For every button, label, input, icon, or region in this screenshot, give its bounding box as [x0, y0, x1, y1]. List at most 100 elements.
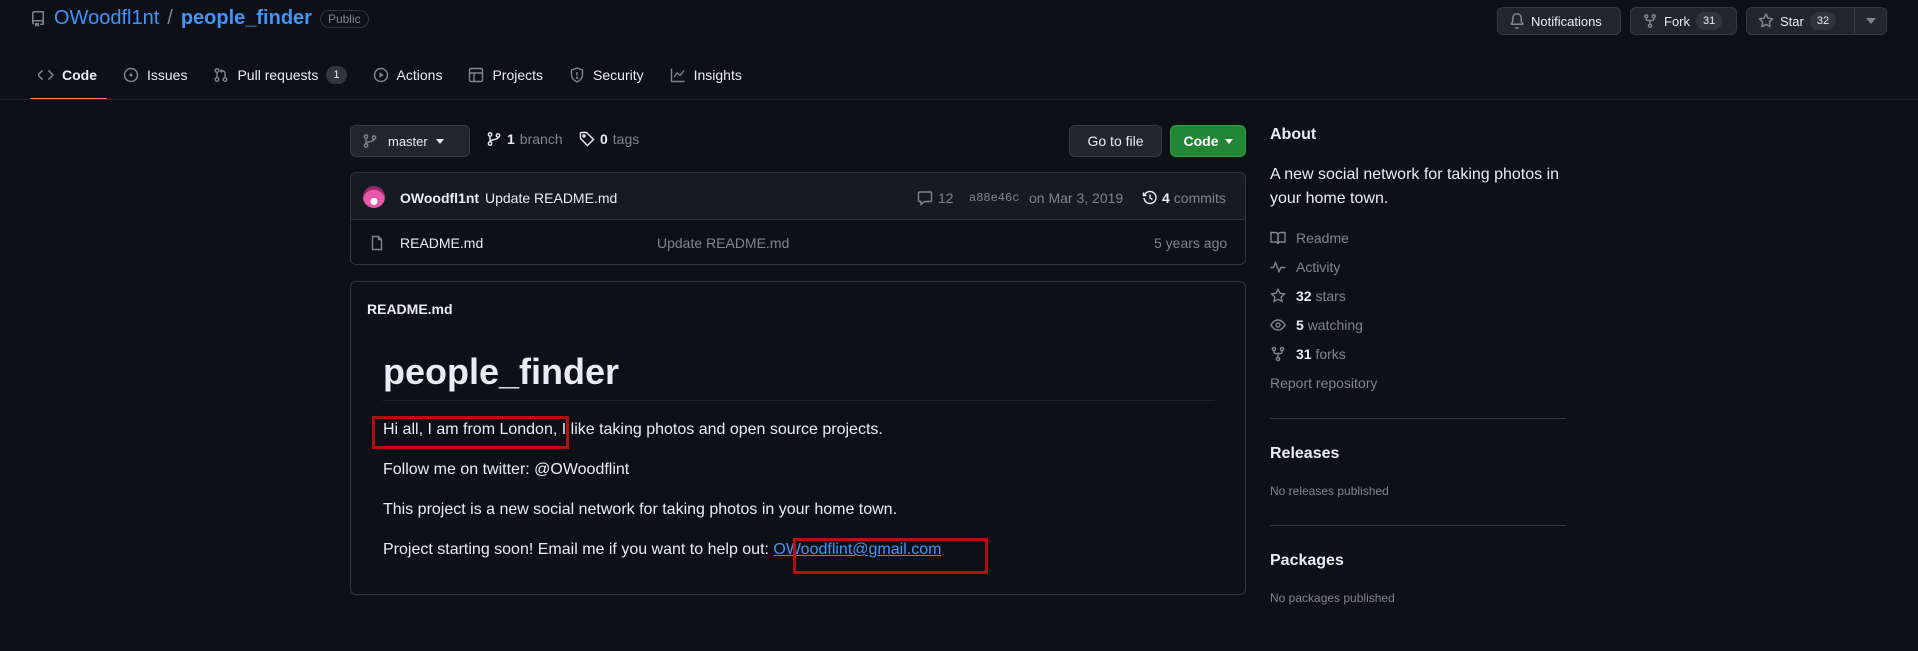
tab-security[interactable]: Security: [561, 58, 654, 92]
repo-title: OWoodfl1nt / people_finder Public: [30, 7, 369, 30]
highlight-box-location: [372, 416, 569, 449]
issue-icon: [123, 67, 139, 83]
tab-projects-label: Projects: [492, 67, 544, 83]
releases-heading[interactable]: Releases: [1270, 445, 1339, 463]
fork-button[interactable]: Fork 31: [1630, 7, 1737, 35]
report-repository-link[interactable]: Report repository: [1270, 375, 1377, 391]
tab-issues[interactable]: Issues: [115, 58, 197, 92]
tags-link[interactable]: 0 tags: [579, 131, 639, 147]
repo-nav: Code Issues Pull requests 1 Actions Proj…: [30, 58, 760, 100]
readme-link[interactable]: Readme: [1270, 230, 1349, 246]
packages-empty-text: No packages published: [1270, 591, 1395, 605]
repo-name-link[interactable]: people_finder: [181, 7, 312, 30]
star-icon: [1758, 13, 1774, 29]
forks-count: 31: [1296, 346, 1312, 362]
file-list-box: OWoodfl1nt Update README.md 12 a88e46c o…: [350, 172, 1246, 265]
readme-filename[interactable]: README.md: [367, 301, 453, 317]
notifications-button[interactable]: Notifications: [1497, 7, 1621, 35]
packages-heading[interactable]: Packages: [1270, 552, 1344, 570]
about-description: A new social network for taking photos i…: [1270, 166, 1560, 207]
stars-link[interactable]: 32 stars: [1270, 288, 1346, 304]
tab-insights-label: Insights: [693, 67, 742, 83]
file-commit-message[interactable]: Update README.md: [657, 235, 789, 251]
tab-code[interactable]: Code: [30, 58, 107, 100]
fork-label: Fork: [1664, 13, 1690, 29]
star-button[interactable]: Star 32: [1746, 7, 1867, 35]
graph-icon: [670, 67, 686, 83]
branch-label: branch: [519, 131, 563, 147]
tab-insights[interactable]: Insights: [662, 58, 752, 92]
commit-date: on Mar 3, 2019: [1029, 190, 1124, 206]
commits-count: 4: [1162, 190, 1170, 206]
commit-author[interactable]: OWoodfl1nt: [400, 190, 479, 206]
tab-pull-requests-label: Pull requests: [237, 67, 319, 83]
eye-icon: [1270, 317, 1286, 333]
play-icon: [373, 67, 389, 83]
code-icon: [38, 67, 54, 83]
activity-link-label: Activity: [1296, 259, 1341, 275]
readme-heading: people_finder: [383, 351, 620, 392]
pull-request-icon: [213, 67, 229, 83]
comment-icon: [917, 190, 933, 206]
table-icon: [468, 67, 484, 83]
triangle-down-icon: [1865, 18, 1876, 24]
commits-history-link[interactable]: 4 commits: [1142, 190, 1226, 206]
branch-select-button[interactable]: master: [350, 125, 470, 157]
commit-message[interactable]: Update README.md: [485, 190, 617, 206]
git-branch-icon: [362, 133, 378, 149]
tab-actions[interactable]: Actions: [365, 58, 453, 92]
file-row[interactable]: README.md Update README.md 5 years ago: [351, 220, 1245, 265]
commit-sha[interactable]: a88e46c: [969, 191, 1019, 205]
file-name[interactable]: README.md: [400, 235, 483, 251]
avatar[interactable]: [363, 186, 385, 208]
fork-icon: [1270, 346, 1286, 362]
releases-empty-text: No releases published: [1270, 484, 1389, 498]
stars-count: 32: [1296, 288, 1312, 304]
readme-paragraph-project: This project is a new social network for…: [383, 501, 898, 518]
star-icon: [1270, 288, 1286, 304]
sidebar-divider: [1270, 525, 1566, 526]
star-count: 32: [1809, 12, 1837, 30]
git-branch-icon: [486, 131, 502, 147]
book-icon: [1270, 230, 1286, 246]
activity-link[interactable]: Activity: [1270, 259, 1340, 275]
commit-comments[interactable]: 12: [917, 190, 954, 206]
commits-label: commits: [1173, 190, 1226, 206]
tab-projects[interactable]: Projects: [460, 58, 553, 92]
file-age: 5 years ago: [1154, 235, 1228, 251]
tag-label: tags: [612, 131, 640, 147]
code-button-label: Code: [1183, 133, 1219, 149]
shield-icon: [569, 67, 585, 83]
star-label: Star: [1780, 13, 1804, 29]
pull-requests-count: 1: [326, 66, 347, 84]
tab-actions-label: Actions: [396, 67, 443, 83]
visibility-badge: Public: [319, 9, 369, 28]
branches-link[interactable]: 1 branch: [486, 131, 563, 147]
watching-label: watching: [1307, 317, 1363, 333]
tag-icon: [579, 131, 595, 147]
go-to-file-button[interactable]: Go to file: [1069, 125, 1162, 157]
bell-icon: [1509, 13, 1525, 29]
heading-divider: [383, 400, 1215, 401]
repo-separator: /: [167, 7, 173, 29]
branch-name: master: [388, 133, 428, 149]
watching-link[interactable]: 5 watching: [1270, 317, 1363, 333]
code-dropdown-button[interactable]: Code: [1170, 125, 1246, 157]
fork-count: 31: [1696, 12, 1723, 30]
highlight-box-email: [793, 538, 988, 574]
contact-text: Project starting soon! Email me if you w…: [383, 541, 774, 558]
forks-label: forks: [1315, 346, 1346, 362]
stars-label: stars: [1315, 288, 1346, 304]
about-heading: About: [1270, 126, 1317, 143]
readme-link-label: Readme: [1296, 230, 1349, 246]
sidebar-divider: [1270, 418, 1566, 419]
tab-pull-requests[interactable]: Pull requests 1: [205, 58, 356, 92]
repo-owner-link[interactable]: OWoodfl1nt: [54, 7, 159, 30]
fork-icon: [1642, 13, 1658, 29]
tab-security-label: Security: [593, 67, 644, 83]
branch-count: 1: [507, 131, 515, 147]
forks-link[interactable]: 31 forks: [1270, 346, 1346, 362]
star-dropdown-button[interactable]: [1854, 7, 1887, 35]
watching-count: 5: [1296, 317, 1304, 333]
tag-count: 0: [600, 131, 608, 147]
